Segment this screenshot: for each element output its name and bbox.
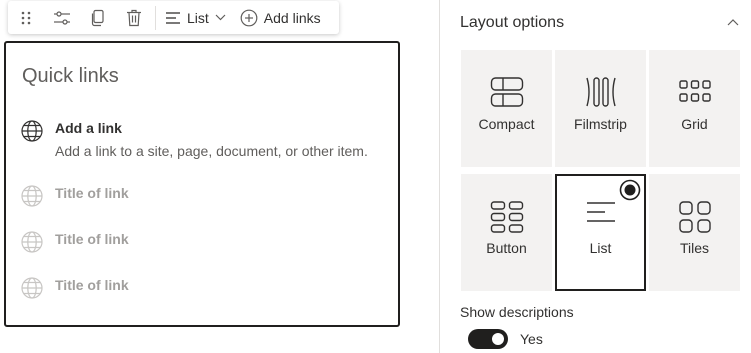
filmstrip-layout-icon [585, 77, 616, 107]
quick-links-webpart[interactable]: Quick links Add a link Add a link to a s… [4, 41, 400, 327]
layout-option-label: Tiles [679, 240, 710, 256]
globe-icon [21, 277, 43, 299]
drag-handle-icon [21, 11, 31, 24]
trash-icon [127, 9, 141, 26]
show-descriptions-state: Yes [520, 331, 543, 347]
chevron-down-icon [215, 14, 226, 21]
add-links-label: Add links [263, 9, 321, 26]
link-title: Add a link [55, 120, 122, 136]
add-links-button[interactable]: Add links [234, 1, 327, 34]
layout-option-label: List [589, 240, 612, 256]
layout-option-label: Grid [681, 116, 708, 132]
layout-option-grid[interactable]: Grid [649, 50, 740, 167]
link-description: Add a link to a site, page, document, or… [55, 143, 368, 159]
webpart-toolbar: List Add links [8, 1, 339, 34]
settings-sliders-icon [54, 10, 70, 25]
list-layout-icon [166, 11, 180, 24]
layout-option-label: Compact [478, 116, 535, 132]
grid-layout-icon [678, 80, 711, 102]
show-descriptions-toggle[interactable] [468, 329, 508, 349]
chevron-up-icon[interactable] [727, 18, 739, 26]
page-canvas: List Add links Quick links Add a link Ad… [0, 0, 439, 353]
list-item-add-link[interactable]: Add a link Add a link to a site, page, d… [20, 119, 390, 161]
drag-handle-button[interactable] [8, 1, 44, 34]
edit-properties-button[interactable] [44, 1, 80, 34]
link-title: Title of link [55, 231, 129, 247]
delete-button[interactable] [116, 1, 152, 34]
layout-option-label: Button [486, 240, 527, 256]
toolbar-divider [155, 5, 156, 30]
link-title: Title of link [55, 185, 129, 201]
show-descriptions-label: Show descriptions [460, 304, 574, 320]
tiles-layout-icon [678, 201, 711, 233]
property-pane: Layout options Compact Filmstrip Grid Bu… [440, 0, 751, 353]
layout-options-header[interactable]: Layout options [460, 14, 564, 32]
globe-icon [21, 185, 43, 207]
layout-option-compact[interactable]: Compact [461, 50, 552, 167]
layout-dropdown[interactable]: List [159, 1, 234, 34]
layout-option-filmstrip[interactable]: Filmstrip [555, 50, 646, 167]
toggle-knob [492, 333, 504, 345]
compact-layout-icon [490, 77, 523, 107]
globe-icon [21, 231, 43, 253]
layout-option-list[interactable]: List [555, 174, 646, 291]
layout-option-button[interactable]: Button [461, 174, 552, 291]
list-layout-icon [586, 202, 615, 222]
layout-option-label: Filmstrip [574, 116, 627, 132]
selected-radio-icon [619, 179, 641, 201]
add-circle-icon [240, 9, 258, 26]
list-item-placeholder-3[interactable]: Title of link [20, 276, 390, 300]
duplicate-button[interactable] [80, 1, 116, 34]
list-item-placeholder-1[interactable]: Title of link [20, 184, 390, 208]
button-layout-icon [490, 201, 523, 233]
layout-dropdown-label: List [187, 9, 209, 26]
layout-option-tiles[interactable]: Tiles [649, 174, 740, 291]
list-item-placeholder-2[interactable]: Title of link [20, 230, 390, 254]
webpart-title[interactable]: Quick links [22, 65, 119, 88]
globe-icon [21, 120, 43, 142]
link-title: Title of link [55, 277, 129, 293]
copy-icon [91, 9, 104, 26]
